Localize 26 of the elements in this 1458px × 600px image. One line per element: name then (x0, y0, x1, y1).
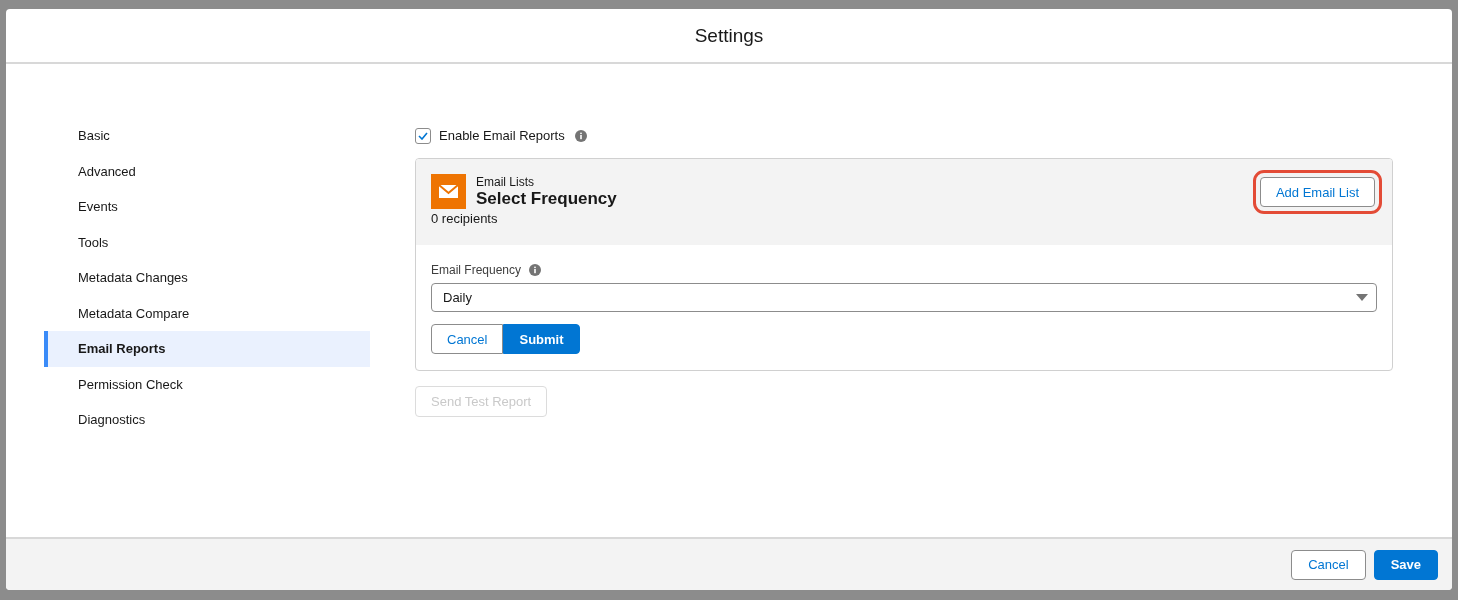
sidebar-item[interactable]: Tools (44, 224, 370, 260)
sidebar-item[interactable]: Events (44, 189, 370, 225)
sidebar-item[interactable]: Permission Check (44, 366, 370, 402)
checkbox[interactable] (415, 127, 431, 144)
info-icon[interactable] (529, 264, 542, 276)
cancel-button[interactable]: Cancel (431, 324, 504, 354)
field-label: Email Frequency (431, 263, 522, 277)
modal-title: Settings (694, 24, 764, 47)
checkmark-icon (418, 131, 428, 140)
sidebar-item[interactable]: Advanced (44, 153, 370, 189)
info-icon[interactable] (574, 129, 587, 142)
checkbox-label: Enable Email Reports (439, 128, 565, 143)
card-title: Select Frequency (476, 188, 617, 209)
sidebar-item[interactable]: Email Reports (44, 331, 370, 367)
frequency-select[interactable]: Daily (431, 283, 1377, 312)
cancel-button[interactable]: Cancel (1291, 549, 1366, 580)
sidebar-item[interactable]: Metadata Changes (44, 260, 370, 296)
recipient-count: 0 recipients (431, 211, 499, 226)
save-button[interactable]: Save (1373, 549, 1438, 580)
sidebar-item[interactable]: Metadata Compare (44, 295, 370, 331)
sidebar-item[interactable]: Basic (44, 118, 370, 154)
card-eyebrow: Email Lists (476, 174, 535, 189)
submit-button[interactable]: Submit (503, 324, 580, 354)
sidebar-item[interactable]: Diagnostics (44, 402, 370, 438)
envelope-icon (431, 174, 466, 209)
dropdown-caret-icon (1356, 293, 1368, 302)
